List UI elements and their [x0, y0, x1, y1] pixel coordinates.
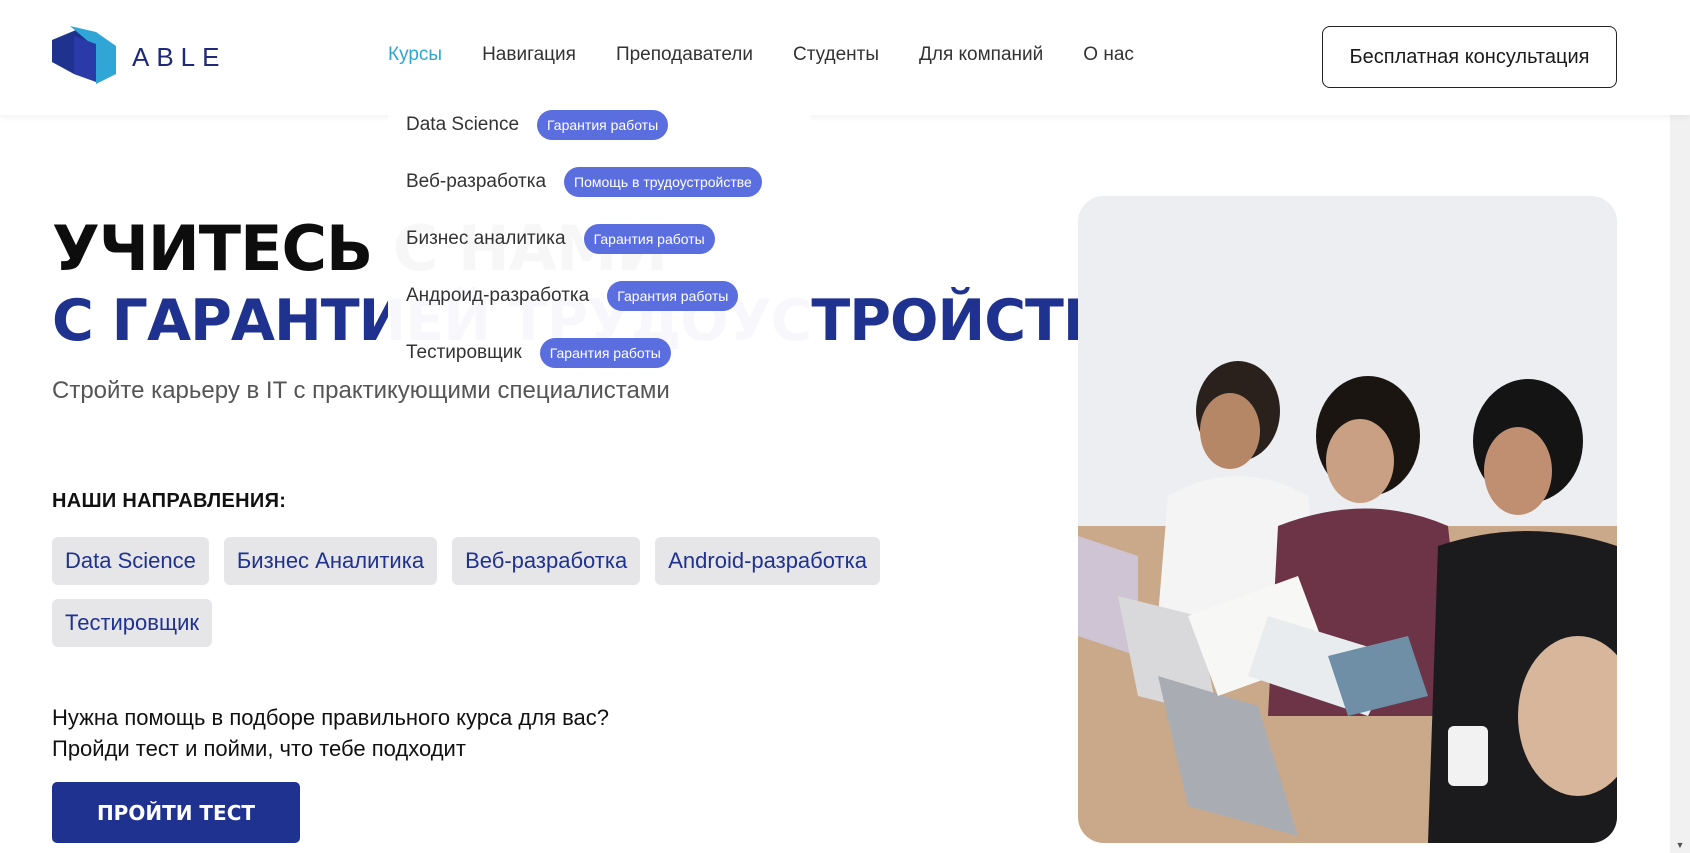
dropdown-item-tester[interactable]: Тестировщик Гарантия работы [388, 324, 811, 381]
nav-item-about[interactable]: О нас [1083, 44, 1134, 66]
nav-item-companies[interactable]: Для компаний [919, 44, 1043, 66]
logo-text: ABLE [132, 41, 227, 72]
logo-mark-icon [52, 26, 116, 84]
nav-item-teachers[interactable]: Преподаватели [616, 44, 753, 66]
dropdown-item-badge: Гарантия работы [539, 337, 671, 368]
dropdown-item-label: Тестировщик [406, 341, 522, 363]
nav-item-courses[interactable]: Курсы [388, 44, 442, 66]
help-text: Нужна помощь в подборе правильного курса… [52, 702, 609, 764]
dropdown-item-badge: Гарантия работы [583, 223, 715, 254]
scroll-down-arrow-icon[interactable]: ▼ [1674, 839, 1686, 851]
dropdown-item-label: Data Science [406, 113, 520, 135]
chip-tester[interactable]: Тестировщик [52, 599, 212, 647]
help-text-line-1: Нужна помощь в подборе правильного курса… [52, 705, 610, 730]
dropdown-item-android-dev[interactable]: Андроид-разработка Гарантия работы [388, 267, 811, 324]
dropdown-item-badge: Помощь в трудоустройстве [564, 166, 762, 197]
students-photo-illustration [1078, 196, 1617, 843]
dropdown-item-data-science[interactable]: Data Science Гарантия работы [388, 96, 811, 153]
main-nav: Курсы Навигация Преподаватели Студенты Д… [388, 44, 1174, 66]
site-header: ABLE Курсы Навигация Преподаватели Студе… [0, 0, 1690, 115]
chip-business-analytics[interactable]: Бизнес Аналитика [223, 537, 438, 585]
page: ABLE Курсы Навигация Преподаватели Студе… [0, 0, 1690, 853]
hero-subtitle: Стройте карьеру в IT с практикующими спе… [52, 377, 670, 404]
courses-dropdown: Data Science Гарантия работы Веб-разрабо… [388, 87, 811, 368]
chip-web-dev[interactable]: Веб-разработка [452, 537, 641, 585]
help-text-line-2: Пройди тест и пойми, что тебе подходит [52, 736, 466, 761]
dropdown-item-label: Андроид-разработка [406, 284, 590, 306]
take-test-button[interactable]: ПРОЙТИ ТЕСТ [52, 782, 300, 843]
chip-data-science[interactable]: Data Science [52, 537, 209, 585]
dropdown-item-label: Веб-разработка [406, 170, 547, 192]
vertical-scrollbar[interactable]: ▲ ▼ [1670, 0, 1690, 853]
nav-item-navigation[interactable]: Навигация [482, 44, 576, 66]
dropdown-item-badge: Гарантия работы [537, 109, 669, 140]
dropdown-item-badge: Гарантия работы [607, 280, 739, 311]
free-consultation-button[interactable]: Бесплатная консультация [1322, 26, 1617, 88]
dropdown-item-label: Бизнес аналитика [406, 227, 566, 249]
chip-android-dev[interactable]: Android-разработка [655, 537, 880, 585]
nav-item-students[interactable]: Студенты [793, 44, 879, 66]
logo[interactable]: ABLE [52, 26, 227, 88]
directions-heading: НАШИ НАПРАВЛЕНИЯ: [52, 490, 287, 512]
directions-chips: Data Science Бизнес Аналитика Веб-разраб… [52, 537, 952, 647]
dropdown-item-business-analytics[interactable]: Бизнес аналитика Гарантия работы [388, 210, 811, 267]
hero-photo [1078, 196, 1617, 843]
dropdown-item-web-dev[interactable]: Веб-разработка Помощь в трудоустройстве [388, 153, 811, 210]
